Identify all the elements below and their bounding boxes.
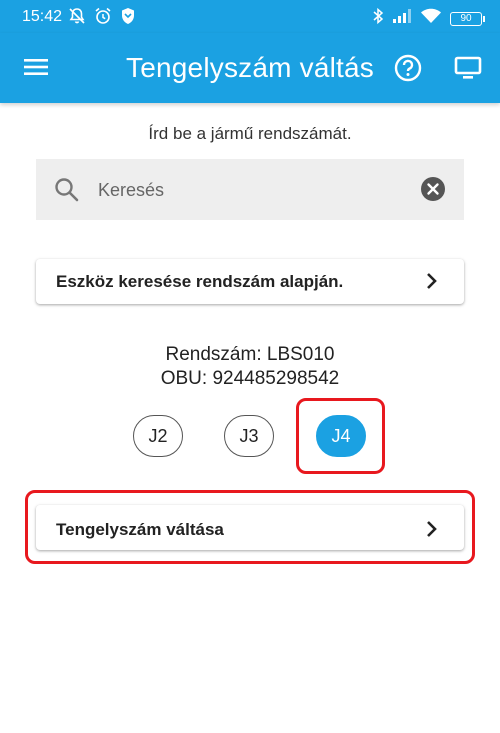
clear-search-button[interactable] <box>420 176 446 207</box>
status-right-icons: 90 <box>372 7 485 30</box>
app-bar: Tengelyszám váltás <box>0 33 500 103</box>
chevron-right-icon <box>426 272 438 295</box>
alarm-icon <box>94 7 112 30</box>
search-icon <box>54 177 80 208</box>
status-time: 15:42 <box>22 8 63 25</box>
highlight-box-j4 <box>296 398 385 474</box>
signal-icon <box>392 8 412 29</box>
search-bar <box>36 159 464 220</box>
close-icon <box>421 177 445 201</box>
search-by-plate-label: Eszköz keresése rendszám alapján. <box>56 272 344 291</box>
plate-number-text: Rendszám: LBS010 <box>165 344 335 365</box>
axle-option-j3[interactable]: J3 <box>224 415 274 457</box>
mute-bell-icon <box>68 7 86 30</box>
bluetooth-icon <box>372 7 384 30</box>
wifi-icon <box>420 8 442 29</box>
page-title: Tengelyszám váltás <box>126 52 374 83</box>
monitor-button[interactable] <box>454 55 482 86</box>
axle-option-j2[interactable]: J2 <box>133 415 183 457</box>
search-by-plate-button[interactable]: Eszköz keresése rendszám alapján. <box>36 259 464 304</box>
status-bar: 15:42 90 <box>0 0 500 33</box>
status-left-icons <box>68 7 136 30</box>
instruction-text: Írd be a jármű rendszámát. <box>148 124 352 143</box>
highlight-box-change-axle <box>25 490 475 564</box>
monitor-icon <box>454 56 482 79</box>
obu-number-text: OBU: 924485298542 <box>160 368 340 389</box>
help-icon <box>394 54 422 82</box>
search-input[interactable] <box>96 174 400 206</box>
shield-icon <box>120 7 136 30</box>
help-button[interactable] <box>394 54 422 87</box>
battery-icon: 90 <box>450 11 485 26</box>
